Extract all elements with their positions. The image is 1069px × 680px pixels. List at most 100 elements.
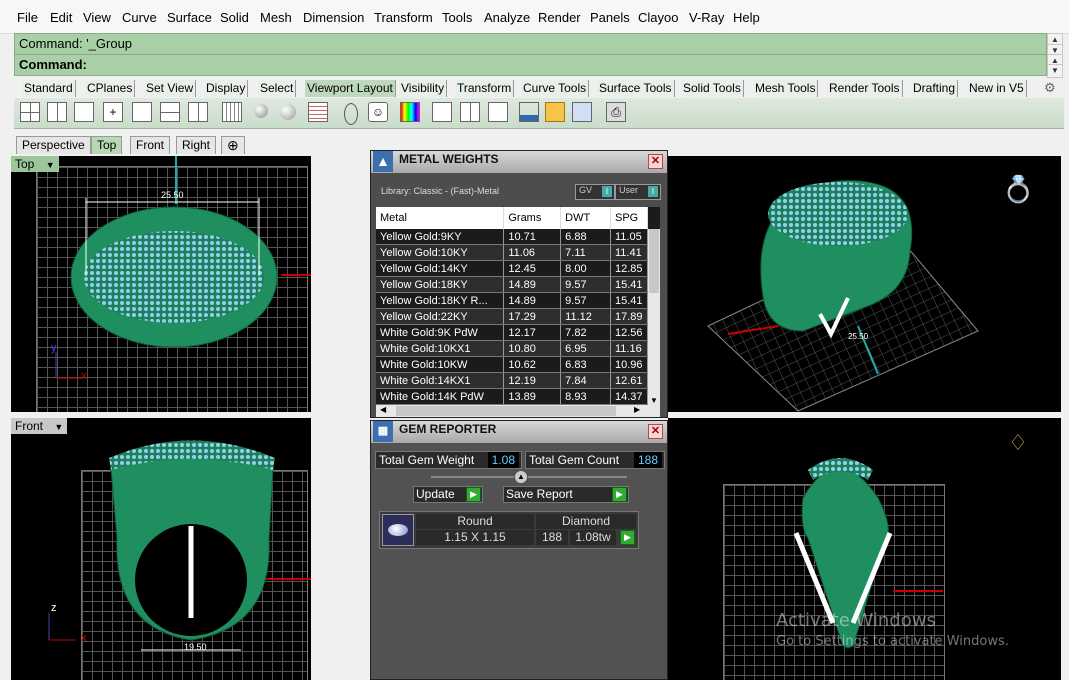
gem-reporter-close-icon[interactable]: ✕ bbox=[648, 424, 663, 439]
table-row[interactable]: Yellow Gold:10KY 11.06 7.11 11.41 bbox=[376, 244, 649, 261]
table-row[interactable]: Yellow Gold:18KY R... 14.89 9.57 15.41 bbox=[376, 292, 649, 309]
viewport-label-top[interactable]: Top ▼ bbox=[11, 156, 59, 172]
add-viewport-tab-icon[interactable]: ⊕ bbox=[221, 136, 245, 154]
tab-cplanes[interactable]: CPlanes bbox=[85, 80, 136, 97]
table-row[interactable]: Yellow Gold:18KY 14.89 9.57 15.41 bbox=[376, 276, 649, 293]
viewport-front[interactable]: 19.50 z x Front ▼ bbox=[11, 418, 311, 680]
menu-render[interactable]: Render bbox=[538, 10, 581, 25]
tab-perspective[interactable]: Perspective bbox=[16, 136, 91, 154]
dwt-cell: 7.84 bbox=[560, 372, 611, 389]
tab-top[interactable]: Top bbox=[91, 136, 123, 154]
menu-curve[interactable]: Curve bbox=[122, 10, 157, 25]
update-button[interactable]: Update ▶ bbox=[413, 486, 483, 503]
tab-right[interactable]: Right bbox=[176, 136, 217, 154]
menu-file[interactable]: File bbox=[17, 10, 38, 25]
tab-render-tools[interactable]: Render Tools bbox=[827, 80, 903, 97]
three-viewports-icon[interactable] bbox=[47, 102, 67, 122]
tab-display[interactable]: Display bbox=[204, 80, 249, 97]
named-view-icon[interactable] bbox=[572, 102, 592, 122]
document-icon[interactable] bbox=[432, 102, 452, 122]
viewport-menu-chevron-icon[interactable]: ▼ bbox=[46, 160, 55, 170]
grid-icon[interactable] bbox=[308, 102, 328, 122]
tab-mesh-tools[interactable]: Mesh Tools bbox=[753, 80, 819, 97]
table-vertical-scroll-thumb[interactable] bbox=[649, 229, 659, 293]
collapse-toggle-icon[interactable]: ▲ bbox=[514, 470, 528, 484]
menu-help[interactable]: Help bbox=[733, 10, 760, 25]
viewport-top[interactable]: 25.50 y x Top ▼ bbox=[11, 156, 311, 412]
table-row[interactable]: White Gold:14K PdW 13.89 8.93 14.37 bbox=[376, 388, 649, 405]
tab-select[interactable]: Select bbox=[258, 80, 297, 97]
camera-icon[interactable]: ☺ bbox=[368, 102, 388, 122]
table-row[interactable]: Yellow Gold:14KY 12.45 8.00 12.85 bbox=[376, 260, 649, 277]
menu-vray[interactable]: V-Ray bbox=[689, 10, 724, 25]
menu-tools[interactable]: Tools bbox=[442, 10, 472, 25]
tab-visibility[interactable]: Visibility bbox=[399, 80, 448, 97]
toolbar-settings-gear-icon[interactable]: ⚙ bbox=[1044, 80, 1056, 96]
split-vertical-icon[interactable] bbox=[188, 102, 208, 122]
save-report-button[interactable]: Save Report ▶ bbox=[503, 486, 629, 503]
tab-curve-tools[interactable]: Curve Tools bbox=[521, 80, 590, 97]
tab-standard[interactable]: Standard bbox=[22, 80, 76, 97]
save-icon[interactable] bbox=[519, 102, 539, 122]
tab-surface-tools[interactable]: Surface Tools bbox=[597, 80, 675, 97]
split-horizontal-icon[interactable] bbox=[160, 102, 180, 122]
sphere-icon[interactable] bbox=[254, 104, 268, 118]
viewport-label-front[interactable]: Front ▼ bbox=[11, 418, 68, 434]
table-row[interactable]: Yellow Gold:9KY 10.71 6.88 11.05 bbox=[376, 229, 649, 245]
table-row[interactable]: White Gold:10KX1 10.80 6.95 11.16 bbox=[376, 340, 649, 357]
table-horizontal-scrollbar[interactable]: ◀ ▶ bbox=[376, 405, 660, 417]
scroll-left-icon[interactable]: ◀ bbox=[380, 405, 386, 414]
layout-grid-icon[interactable] bbox=[222, 102, 242, 122]
scroll-down-icon[interactable]: ▼ bbox=[650, 396, 658, 405]
menu-solid[interactable]: Solid bbox=[220, 10, 249, 25]
tab-solid-tools[interactable]: Solid Tools bbox=[681, 80, 744, 97]
compare-viewports-icon[interactable] bbox=[460, 102, 480, 122]
user-toggle[interactable]: User I bbox=[615, 184, 661, 200]
gv-toggle[interactable]: GV I bbox=[575, 184, 615, 200]
menu-panels[interactable]: Panels bbox=[590, 10, 630, 25]
open-folder-icon[interactable] bbox=[545, 102, 565, 122]
viewport-perspective[interactable]: 25.50 💍 bbox=[668, 156, 1061, 412]
tab-front[interactable]: Front bbox=[130, 136, 171, 154]
column-header-metal[interactable]: Metal bbox=[376, 207, 505, 229]
tab-viewport-layout[interactable]: Viewport Layout bbox=[305, 80, 396, 97]
menu-view[interactable]: View bbox=[83, 10, 111, 25]
spheres-icon[interactable] bbox=[280, 104, 296, 120]
gem-list-row[interactable]: Round Diamond 1.15 X 1.15 188 1.08tw ▶ bbox=[379, 511, 639, 549]
tab-drafting[interactable]: Drafting bbox=[911, 80, 959, 97]
export-viewport-icon[interactable] bbox=[488, 102, 508, 122]
menu-edit[interactable]: Edit bbox=[50, 10, 72, 25]
menu-clayoo[interactable]: Clayoo bbox=[638, 10, 678, 25]
table-row[interactable]: White Gold:9K PdW 12.17 7.82 12.56 bbox=[376, 324, 649, 341]
table-row[interactable]: Yellow Gold:22KY 17.29 11.12 17.89 bbox=[376, 308, 649, 325]
color-picker-icon[interactable] bbox=[400, 102, 420, 122]
table-row[interactable]: White Gold:14KX1 12.19 7.84 12.61 bbox=[376, 372, 649, 389]
table-horizontal-scroll-thumb[interactable] bbox=[396, 406, 616, 416]
scroll-right-icon[interactable]: ▶ bbox=[634, 405, 640, 414]
command-line[interactable]: Command: bbox=[14, 54, 1047, 76]
tab-new-in-v5[interactable]: New in V5 bbox=[967, 80, 1027, 97]
lens-icon[interactable] bbox=[344, 103, 358, 125]
table-vertical-scrollbar[interactable]: ▼ bbox=[648, 229, 660, 405]
menu-surface[interactable]: Surface bbox=[167, 10, 212, 25]
maximize-viewport-icon[interactable]: + bbox=[103, 102, 123, 122]
table-row[interactable]: White Gold:10KW 10.62 6.83 10.96 bbox=[376, 356, 649, 373]
viewport-right[interactable]: ♢ Activate Windows Go to Settings to act… bbox=[668, 418, 1061, 680]
gem-select-arrow-icon[interactable]: ▶ bbox=[620, 530, 635, 545]
viewport-front-menu-chevron-icon[interactable]: ▼ bbox=[54, 422, 63, 432]
column-header-grams[interactable]: Grams bbox=[503, 207, 562, 229]
menu-dimension[interactable]: Dimension bbox=[303, 10, 364, 25]
menu-mesh[interactable]: Mesh bbox=[260, 10, 292, 25]
new-viewport-icon[interactable] bbox=[132, 102, 152, 122]
tab-set-view[interactable]: Set View bbox=[144, 80, 197, 97]
tab-transform[interactable]: Transform bbox=[455, 80, 515, 97]
menu-analyze[interactable]: Analyze bbox=[484, 10, 530, 25]
command-scroll-down-icon[interactable]: ▼ bbox=[1047, 64, 1063, 78]
menu-transform[interactable]: Transform bbox=[374, 10, 433, 25]
column-header-spg[interactable]: SPG bbox=[610, 207, 649, 229]
four-viewports-icon[interactable] bbox=[20, 102, 40, 122]
metal-weights-close-icon[interactable]: ✕ bbox=[648, 154, 663, 169]
print-icon[interactable]: ⎙ bbox=[606, 102, 626, 122]
single-viewport-icon[interactable] bbox=[74, 102, 94, 122]
column-header-dwt[interactable]: DWT bbox=[560, 207, 611, 229]
